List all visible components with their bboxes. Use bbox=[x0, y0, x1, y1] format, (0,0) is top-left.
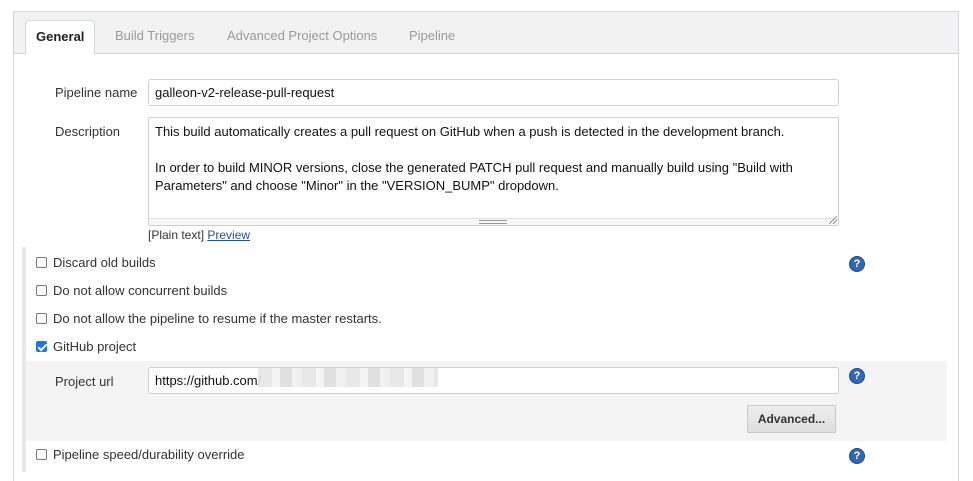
textarea-resize-grip[interactable] bbox=[149, 218, 838, 225]
help-icon[interactable]: ? bbox=[849, 368, 865, 384]
no-resume-checkbox[interactable] bbox=[36, 313, 47, 324]
durability-override-label[interactable]: Pipeline speed/durability override bbox=[53, 447, 245, 463]
resize-handle-icon[interactable] bbox=[829, 216, 837, 224]
no-resume-label[interactable]: Do not allow the pipeline to resume if t… bbox=[53, 311, 382, 327]
discard-old-builds-checkbox[interactable] bbox=[36, 257, 47, 268]
redacted-url-segment bbox=[258, 368, 438, 387]
description-textarea[interactable]: This build automatically creates a pull … bbox=[148, 117, 839, 226]
discard-old-builds-label[interactable]: Discard old builds bbox=[53, 255, 156, 271]
no-concurrent-builds-label[interactable]: Do not allow concurrent builds bbox=[53, 283, 227, 299]
tab-build-triggers[interactable]: Build Triggers bbox=[115, 24, 194, 48]
advanced-button[interactable]: Advanced... bbox=[747, 405, 836, 433]
preview-link[interactable]: Preview bbox=[207, 228, 250, 242]
durability-override-checkbox[interactable] bbox=[36, 449, 47, 460]
tab-bar: General Build Triggers Advanced Project … bbox=[14, 12, 958, 55]
tab-advanced-project-options[interactable]: Advanced Project Options bbox=[227, 24, 377, 48]
tab-pipeline[interactable]: Pipeline bbox=[409, 24, 455, 48]
github-project-label[interactable]: GitHub project bbox=[53, 339, 136, 355]
help-icon[interactable]: ? bbox=[849, 448, 865, 464]
description-format: [Plain text] Preview bbox=[148, 228, 250, 242]
project-url-input[interactable]: https://github.com/ bbox=[148, 367, 839, 394]
plain-text-label: [Plain text] bbox=[148, 228, 205, 242]
pipeline-name-input[interactable]: galleon-v2-release-pull-request bbox=[148, 79, 839, 106]
tab-general[interactable]: General bbox=[25, 20, 96, 55]
description-paragraph: This build automatically creates a pull … bbox=[155, 124, 785, 139]
project-url-label: Project url bbox=[55, 374, 114, 389]
pipeline-name-label: Pipeline name bbox=[55, 85, 138, 100]
description-label: Description bbox=[55, 124, 121, 139]
no-concurrent-builds-checkbox[interactable] bbox=[36, 285, 47, 296]
help-icon[interactable]: ? bbox=[849, 256, 865, 272]
description-paragraph: In order to build MINOR versions, close … bbox=[155, 160, 793, 193]
github-project-checkbox[interactable] bbox=[36, 341, 47, 352]
